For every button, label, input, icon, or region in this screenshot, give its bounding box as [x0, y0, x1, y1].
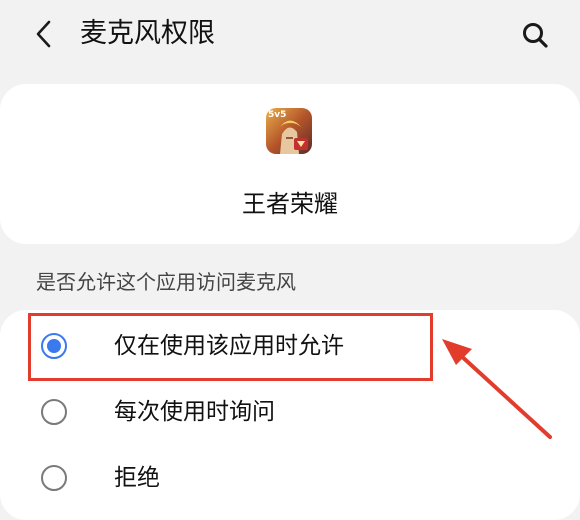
search-button[interactable]	[518, 18, 552, 52]
permission-question: 是否允许这个应用访问麦克风	[36, 270, 296, 294]
radio-button[interactable]	[41, 399, 67, 425]
page-title: 麦克风权限	[80, 18, 215, 49]
search-icon	[523, 23, 548, 48]
app-bar: 麦克风权限	[0, 0, 580, 70]
option-label: 每次使用时询问	[114, 399, 275, 425]
option-label: 拒绝	[114, 465, 160, 491]
app-icon-badge: 5v5	[268, 110, 287, 120]
radio-button-selected[interactable]	[41, 333, 67, 359]
option-deny[interactable]: 拒绝	[0, 446, 580, 510]
app-info-card: 5v5 王者荣耀	[0, 84, 580, 244]
option-label: 仅在使用该应用时允许	[114, 333, 344, 359]
permission-options-card: 仅在使用该应用时允许 每次使用时询问 拒绝	[0, 310, 580, 520]
app-icon: 5v5	[266, 108, 312, 154]
chevron-left-icon	[36, 20, 51, 48]
app-name: 王者荣耀	[242, 190, 338, 218]
option-ask-every-time[interactable]: 每次使用时询问	[0, 380, 580, 444]
back-button[interactable]	[28, 18, 60, 50]
radio-button[interactable]	[41, 465, 67, 491]
radio-dot-icon	[47, 339, 61, 353]
option-allow-while-using[interactable]: 仅在使用该应用时允许	[0, 314, 580, 378]
